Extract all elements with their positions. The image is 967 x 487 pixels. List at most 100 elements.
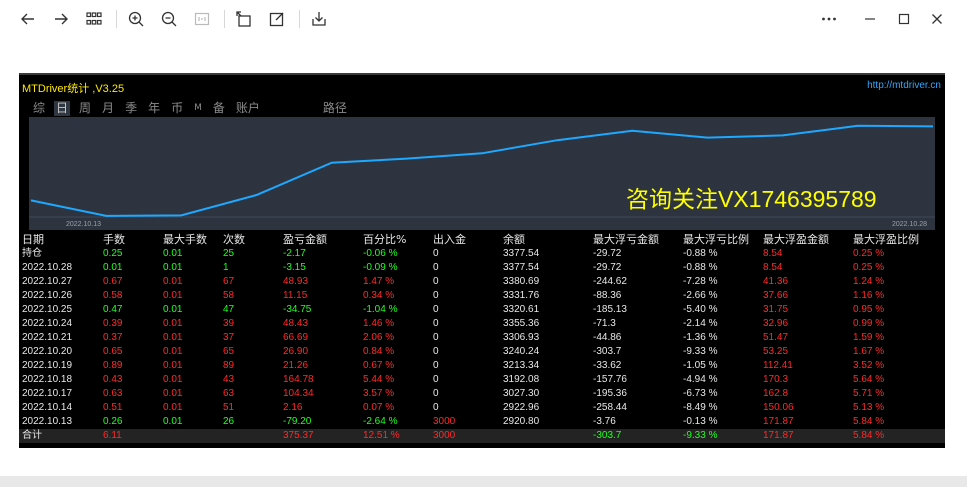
cell-count: 63 [223,388,235,399]
table-row: 持仓 0.25 0.01 25 -2.17 -0.06 % 0 3377.54 -29.72 -0… [19,247,945,261]
cell-lots: 0.26 [103,416,123,427]
tab-overview[interactable]: 综 [31,101,47,116]
cell-max-float-loss: -44.86 [593,332,622,343]
cell-max-float-loss: -244.62 [593,276,627,287]
header-deposit: 出入金 [433,233,466,246]
cell-percent: -0.09 % [363,262,398,273]
cell-max-float-gain-pct: 5.71 % [853,388,885,399]
back-icon[interactable] [17,8,39,30]
tab-month[interactable]: 月 [100,101,116,116]
cell-max-float-gain-pct: 1.16 % [853,290,885,301]
cell-max-float-loss-pct: -1.36 % [683,332,718,343]
cell-pnl: -34.75 [283,304,312,315]
cell-max-float-gain-pct: 3.52 % [853,360,885,371]
forward-icon[interactable] [50,8,72,30]
cell-deposit: 0 [433,304,439,315]
cell-max-lots: 0.01 [163,346,183,357]
report-panel: MTDriver统计 ,V3.25 http://mtdriver.cn 综 日… [19,73,945,448]
cell-max-lots: 0.01 [163,402,183,413]
cell-date: 2022.10.20 [22,346,73,357]
panel-top-border [19,73,945,75]
cell-deposit: 0 [433,290,439,301]
save-icon[interactable] [308,8,330,30]
total-cell-max-float-loss-pct: -9.33 % [683,430,718,441]
cell-count: 89 [223,360,235,371]
cell-max-float-gain: 170.3 [763,374,789,385]
cell-percent: 0.07 % [363,402,395,413]
cell-balance: 3192.08 [503,374,540,385]
cell-max-float-gain-pct: 1.24 % [853,276,885,287]
cell-date: 2022.10.18 [22,374,73,385]
cell-balance: 3377.54 [503,262,540,273]
cell-lots: 0.67 [103,276,123,287]
cell-deposit: 0 [433,346,439,357]
cell-balance: 3027.30 [503,388,540,399]
cell-max-float-gain: 53.25 [763,346,789,357]
cell-max-float-gain: 171.87 [763,416,794,427]
maximize-icon[interactable] [893,8,915,30]
cell-balance: 3240.24 [503,346,540,357]
grid-icon[interactable] [83,8,105,30]
tab-quarter[interactable]: 季 [123,101,139,116]
cell-date: 2022.10.27 [22,276,73,287]
cell-max-float-gain-pct: 5.13 % [853,402,885,413]
cell-balance: 3306.93 [503,332,540,343]
cell-date: 2022.10.21 [22,332,73,343]
chart-start-date: 2022.10.13 [66,221,102,228]
tab-year[interactable]: 年 [146,101,162,116]
cell-pnl: 48.43 [283,318,309,329]
cell-max-float-loss: -195.36 [593,388,627,399]
cell-balance: 3213.34 [503,360,540,371]
more-icon[interactable] [818,8,840,30]
zoom-in-icon[interactable] [125,8,147,30]
close-icon[interactable] [926,8,948,30]
tab-week[interactable]: 周 [77,101,93,116]
zoom-out-icon[interactable] [158,8,180,30]
tab-magic[interactable]: M [192,101,204,116]
cell-max-float-gain: 51.47 [763,332,789,343]
table-row: 2022.10.21 0.37 0.01 37 66.69 2.06 % 0 3306.93 -… [19,331,945,345]
minimize-icon[interactable] [859,8,881,30]
rotate-icon[interactable] [233,8,255,30]
cell-percent: 0.67 % [363,360,395,371]
tab-notes[interactable]: 备 [211,101,227,116]
cell-deposit: 0 [433,332,439,343]
cell-count: 67 [223,276,235,287]
cell-max-float-loss-pct: -2.66 % [683,290,718,301]
cell-date: 2022.10.13 [22,416,73,427]
cell-deposit: 0 [433,248,439,259]
total-cell-percent: 12.51 % [363,430,400,441]
cell-percent: 2.06 % [363,332,395,343]
cell-count: 47 [223,304,235,315]
cell-pnl: 11.15 [283,290,308,301]
cell-balance: 3331.76 [503,290,540,301]
cell-balance: 3377.54 [503,248,540,259]
tab-path[interactable]: 路径 [321,101,349,116]
cell-max-float-gain-pct: 0.99 % [853,318,885,329]
cell-deposit: 0 [433,262,439,273]
tab-currency[interactable]: 币 [169,101,185,116]
tab-day[interactable]: 日 [54,101,71,116]
cell-date: 2022.10.24 [22,318,73,329]
toolbar-divider [116,10,117,28]
cell-lots: 0.47 [103,304,123,315]
cell-count: 25 [223,248,235,259]
edit-icon[interactable] [266,8,288,30]
cell-count: 43 [223,374,235,385]
tab-account[interactable]: 账户 [234,101,262,116]
table-row: 2022.10.14 0.51 0.01 51 2.16 0.07 % 0 2922.96 -2… [19,401,945,415]
site-link[interactable]: http://mtdriver.cn [867,80,941,91]
cell-date: 持仓 [22,248,42,259]
cell-max-float-gain-pct: 0.25 % [853,262,885,273]
cell-max-float-loss: -71.3 [593,318,616,329]
table-row: 2022.10.28 0.01 0.01 1 -3.15 -0.09 % 0 3377.54 -… [19,261,945,275]
header-percent: 百分比% [363,233,407,246]
cell-max-float-loss-pct: -9.33 % [683,346,718,357]
cell-max-float-gain-pct: 1.59 % [853,332,885,343]
cell-count: 65 [223,346,235,357]
balance-chart: 咨询关注VX1746395789 2022.10.13 2022.10.28 [29,117,935,230]
cell-max-float-gain: 31.75 [763,304,789,315]
total-cell-date: 合计 [22,430,42,441]
cell-percent: 5.44 % [363,374,395,385]
cell-lots: 0.01 [103,262,123,273]
